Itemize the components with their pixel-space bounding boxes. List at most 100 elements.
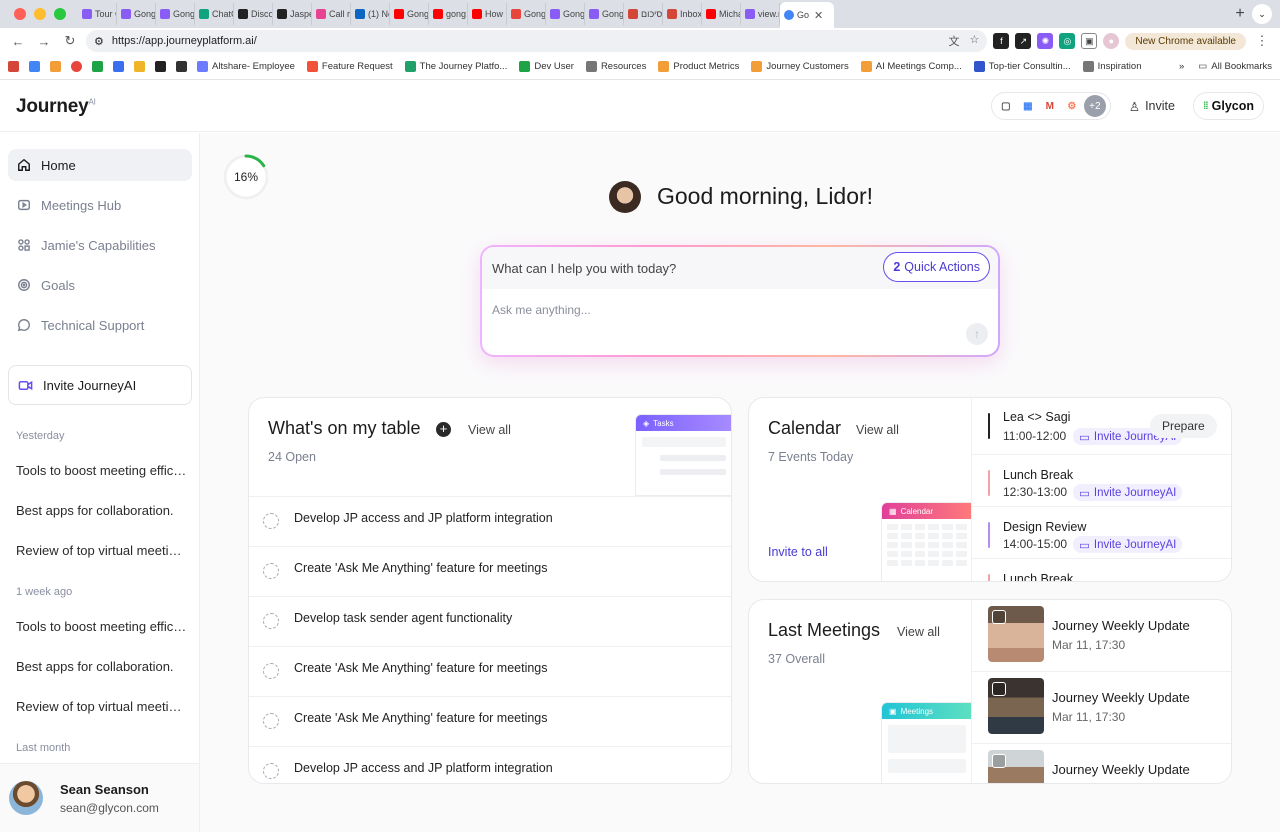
close-window-button[interactable] xyxy=(14,8,26,20)
invite-to-all-link[interactable]: Invite to all xyxy=(768,545,828,559)
tasks-view-all-link[interactable]: View all xyxy=(468,423,511,437)
bookmark-gmail[interactable] xyxy=(8,61,19,72)
profile-avatar-icon[interactable]: ● xyxy=(1103,33,1120,49)
bookmark-item[interactable]: Inspiration xyxy=(1082,61,1141,72)
meeting-select-checkbox[interactable] xyxy=(992,754,1006,768)
browser-tab[interactable]: (1) Not xyxy=(351,3,390,25)
history-item[interactable]: Tools to boost meeting efficiency xyxy=(16,463,188,478)
forward-icon[interactable]: → xyxy=(34,34,54,49)
browser-tab[interactable]: How G xyxy=(468,3,507,25)
browser-tab[interactable]: Inbox ( xyxy=(663,3,702,25)
browser-tab[interactable]: Gong f xyxy=(546,3,585,25)
journey-logo[interactable]: JourneyAI xyxy=(16,96,96,118)
meeting-row[interactable]: Journey Weekly Update Mar 11, 17:30 xyxy=(972,600,1231,672)
bookmarks-more-icon[interactable]: » xyxy=(1179,61,1184,72)
bookmark-calendar[interactable] xyxy=(29,61,40,72)
bookmark-star-icon[interactable]: ☆ xyxy=(970,33,980,49)
back-icon[interactable]: ← xyxy=(8,34,28,49)
new-tab-button[interactable]: + xyxy=(1228,5,1252,23)
bookmark-icon[interactable] xyxy=(155,61,166,72)
browser-tab[interactable]: ChatGi xyxy=(195,3,234,25)
bookmark-icon[interactable] xyxy=(113,61,124,72)
bookmark-item[interactable]: The Journey Platfo... xyxy=(404,61,507,72)
task-row[interactable]: Develop task sender agent functionality xyxy=(249,596,731,646)
calendar-view-all-link[interactable]: View all xyxy=(856,423,899,437)
onboarding-progress[interactable]: 16% xyxy=(222,153,270,201)
calendar-event[interactable]: Design Review 14:00-15:00 ▭ Invite JourneyA… xyxy=(972,507,1231,559)
bookmark-item[interactable]: Journey Customers xyxy=(751,61,849,72)
task-row[interactable]: Develop JP access and JP platform integr… xyxy=(249,496,731,546)
site-settings-icon[interactable]: ⚙ xyxy=(94,35,104,48)
chrome-menu-icon[interactable]: ⋮ xyxy=(1252,33,1272,49)
minimize-window-button[interactable] xyxy=(34,8,46,20)
calendar-event[interactable]: Lea <> Sagi 11:00-12:00 ▭ Invite JourneyAI P… xyxy=(972,398,1231,455)
bookmark-icon[interactable] xyxy=(92,61,103,72)
browser-tab[interactable]: Gong F xyxy=(390,3,429,25)
invite-journeyai-chip[interactable]: ▭ Invite JourneyAI xyxy=(1073,536,1183,553)
browser-tab[interactable]: Discov xyxy=(234,3,273,25)
extensions-puzzle-icon[interactable]: ▣ xyxy=(1081,33,1098,49)
browser-tab[interactable]: Jasper xyxy=(273,3,312,25)
invite-journeyai-button[interactable]: Invite JourneyAI xyxy=(8,365,192,405)
bookmark-item[interactable]: AI Meetings Comp... xyxy=(860,61,962,72)
bookmark-icon[interactable] xyxy=(134,61,145,72)
invite-button[interactable]: ♙ Invite xyxy=(1123,99,1181,114)
close-tab-icon[interactable]: ✕ xyxy=(814,9,823,22)
sidebar-item-capabilities[interactable]: Jamie's Capabilities xyxy=(8,229,192,261)
task-row[interactable]: Create 'Ask Me Anything' feature for mee… xyxy=(249,546,731,596)
history-item[interactable]: Best apps for collaboration. xyxy=(16,659,188,674)
extension-icon[interactable]: ✺ xyxy=(1037,33,1054,49)
meetings-view-all-link[interactable]: View all xyxy=(897,625,940,639)
task-row[interactable]: Create 'Ask Me Anything' feature for mee… xyxy=(249,646,731,696)
bookmark-item[interactable]: Altshare- Employee xyxy=(197,61,295,72)
invite-journeyai-chip[interactable]: ▭ Invite JourneyAI xyxy=(1073,484,1183,501)
extension-icon[interactable]: f xyxy=(993,33,1010,49)
bookmark-icon[interactable] xyxy=(50,61,61,72)
calendar-event[interactable]: Lunch Break 12:30-13:00 ▭ Invite JourneyAI xyxy=(972,455,1231,507)
browser-tab[interactable]: Tour C xyxy=(78,3,117,25)
send-arrow-icon[interactable]: ↑ xyxy=(966,323,988,345)
task-checkbox[interactable] xyxy=(263,613,279,629)
tab-search-icon[interactable]: ⌄ xyxy=(1252,4,1272,24)
add-task-icon[interactable]: + xyxy=(436,422,451,437)
bookmark-item[interactable]: Product Metrics xyxy=(658,61,739,72)
prepare-button[interactable]: Prepare xyxy=(1150,414,1217,438)
integrations-group[interactable]: ▢ ▦ M ⚙ +2 xyxy=(990,92,1111,120)
browser-tab[interactable]: Call re xyxy=(312,3,351,25)
new-chrome-available-button[interactable]: New Chrome available xyxy=(1125,32,1246,50)
sidebar-item-meetings-hub[interactable]: Meetings Hub xyxy=(8,189,192,221)
sidebar-item-goals[interactable]: Goals xyxy=(8,269,192,301)
bookmark-item[interactable]: Resources xyxy=(585,61,646,72)
extension-icon[interactable]: ◎ xyxy=(1059,33,1076,49)
history-item[interactable]: Review of top virtual meeting tools xyxy=(16,699,188,714)
org-switcher-button[interactable]: ⁞⁞ Glycon xyxy=(1192,92,1264,120)
bookmark-item[interactable]: Top-tier Consultin... xyxy=(973,61,1071,72)
bookmark-icon[interactable] xyxy=(176,61,187,72)
task-checkbox[interactable] xyxy=(263,713,279,729)
meeting-select-checkbox[interactable] xyxy=(992,610,1006,624)
calendar-event[interactable]: Lunch Break xyxy=(972,559,1231,581)
browser-tab[interactable]: gong p xyxy=(429,3,468,25)
bookmark-item[interactable]: Dev User xyxy=(519,61,574,72)
meeting-select-checkbox[interactable] xyxy=(992,682,1006,696)
ask-input[interactable] xyxy=(492,303,952,317)
sidebar-item-home[interactable]: Home xyxy=(8,149,192,181)
history-item[interactable]: Tools to boost meeting efficiency xyxy=(16,619,188,634)
bookmark-icon[interactable] xyxy=(71,61,82,72)
browser-tab[interactable]: Gong f xyxy=(585,3,624,25)
maximize-window-button[interactable] xyxy=(54,8,66,20)
task-row[interactable]: Develop JP access and JP platform integr… xyxy=(249,746,731,783)
bookmark-item[interactable]: Feature Request xyxy=(306,61,393,72)
browser-tab-active[interactable]: Go ✕ xyxy=(780,2,834,28)
meeting-row[interactable]: Journey Weekly Update Mar 11, 17:30 xyxy=(972,672,1231,744)
extension-icon[interactable]: ↗ xyxy=(1015,33,1032,49)
history-item[interactable]: Review of top virtual meeting tools xyxy=(16,543,188,558)
history-item[interactable]: Best apps for collaboration. xyxy=(16,503,188,518)
translate-icon[interactable]: 文 xyxy=(949,33,960,49)
browser-tab[interactable]: view.m xyxy=(741,3,780,25)
task-checkbox[interactable] xyxy=(263,763,279,779)
browser-tab[interactable]: Gong R xyxy=(507,3,546,25)
browser-tab[interactable]: Micha xyxy=(702,3,741,25)
task-checkbox[interactable] xyxy=(263,563,279,579)
all-bookmarks-button[interactable]: ▭ All Bookmarks xyxy=(1198,61,1272,72)
